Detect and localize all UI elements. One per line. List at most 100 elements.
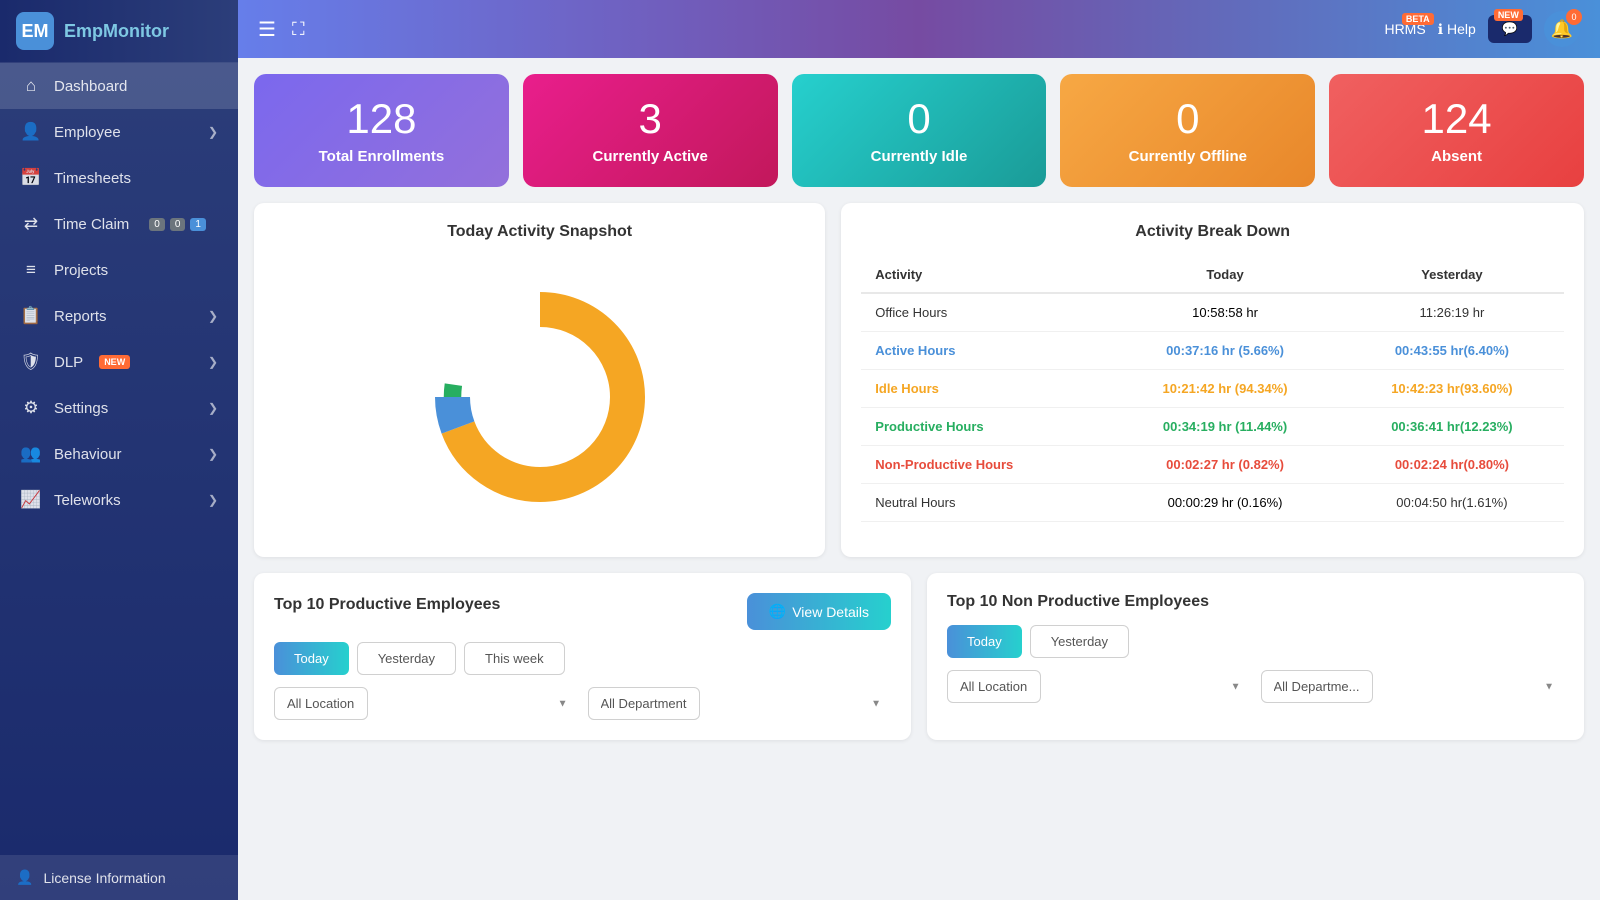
activity-name: Idle Hours — [861, 370, 1110, 408]
donut-chart — [274, 257, 805, 537]
activity-name: Productive Hours — [861, 408, 1110, 446]
department-dropdown[interactable]: All Department — [588, 687, 700, 720]
shield-icon: 🛡 — [20, 352, 42, 372]
np-location-dropdown[interactable]: All Location — [947, 670, 1041, 703]
behaviour-icon: 👥 — [20, 444, 42, 464]
tab-thisweek-productive[interactable]: This week — [464, 642, 565, 675]
sidebar-item-teleworks[interactable]: 📈 Teleworks ❯ — [0, 477, 238, 523]
sidebar-item-label: Teleworks — [54, 492, 121, 509]
sidebar-item-dashboard[interactable]: ⌂ Dashboard — [0, 63, 238, 109]
activity-table: Activity Today Yesterday Office Hours10:… — [861, 257, 1564, 522]
sidebar-item-reports[interactable]: 📋 Reports ❯ — [0, 293, 238, 339]
home-icon: ⌂ — [20, 76, 42, 96]
sidebar-item-label: Employee — [54, 124, 121, 141]
sidebar-item-label: Reports — [54, 308, 107, 325]
stat-number: 0 — [1176, 96, 1199, 142]
expand-icon[interactable]: ⛶ — [292, 19, 305, 40]
activity-today: 00:37:16 hr (5.66%) — [1110, 332, 1340, 370]
activity-yesterday: 10:42:23 hr(93.60%) — [1340, 370, 1564, 408]
table-row: Non-Productive Hours00:02:27 hr (0.82%)0… — [861, 446, 1564, 484]
stat-label: Currently Active — [593, 148, 708, 165]
non-productive-title: Top 10 Non Productive Employees — [947, 593, 1564, 611]
sidebar-item-label: Time Claim — [54, 216, 129, 233]
stat-card-currently-active[interactable]: 3 Currently Active — [523, 74, 778, 187]
sidebar-item-employee[interactable]: 👤 Employee ❯ — [0, 109, 238, 155]
sidebar-item-timesheets[interactable]: 📅 Timesheets — [0, 155, 238, 201]
location-dropdown-wrapper: All Location — [274, 687, 578, 720]
menu-icon[interactable]: ☰ — [258, 17, 276, 42]
chevron-icon: ❯ — [208, 309, 218, 323]
view-details-button[interactable]: 🌐 View Details — [747, 593, 891, 630]
tab-today-productive[interactable]: Today — [274, 642, 349, 675]
tab-today-nonproductive[interactable]: Today — [947, 625, 1022, 658]
stat-card-absent[interactable]: 124 Absent — [1329, 74, 1584, 187]
non-productive-tabs: Today Yesterday — [947, 625, 1564, 658]
globe-icon: 🌐 — [769, 603, 786, 620]
activity-today: 00:34:19 hr (11.44%) — [1110, 408, 1340, 446]
productive-title: Top 10 Productive Employees — [274, 596, 500, 614]
chevron-icon: ❯ — [208, 401, 218, 415]
table-row: Active Hours00:37:16 hr (5.66%)00:43:55 … — [861, 332, 1564, 370]
sidebar-item-behaviour[interactable]: 👥 Behaviour ❯ — [0, 431, 238, 477]
top-productive-panel: Top 10 Productive Employees 🌐 View Detai… — [254, 573, 911, 740]
license-information[interactable]: 👤 License Information — [0, 855, 238, 900]
sidebar-item-time-claim[interactable]: ⇄ Time Claim 0 0 1 — [0, 201, 238, 247]
activity-snapshot-panel: Today Activity Snapshot — [254, 203, 825, 557]
stat-card-total-enrollments[interactable]: 128 Total Enrollments — [254, 74, 509, 187]
beta-badge: BETA — [1402, 13, 1434, 25]
mid-section: Today Activity Snapshot Activity Break D… — [254, 203, 1584, 557]
stat-number: 124 — [1422, 96, 1492, 142]
stat-card-currently-offline[interactable]: 0 Currently Offline — [1060, 74, 1315, 187]
tab-yesterday-nonproductive[interactable]: Yesterday — [1030, 625, 1129, 658]
view-details-label: View Details — [792, 604, 869, 620]
sidebar-item-label: Settings — [54, 400, 108, 417]
chevron-icon: ❯ — [208, 125, 218, 139]
logo-text: EmpMonitor — [64, 21, 169, 42]
chevron-icon: ❯ — [208, 355, 218, 369]
activity-name: Neutral Hours — [861, 484, 1110, 522]
info-icon: ℹ — [1438, 21, 1443, 38]
stat-cards-row: 128 Total Enrollments 3 Currently Active… — [254, 74, 1584, 187]
activity-today: 10:21:42 hr (94.34%) — [1110, 370, 1340, 408]
hrms-button[interactable]: BETA HRMS — [1384, 21, 1425, 37]
bottom-section: Top 10 Productive Employees 🌐 View Detai… — [254, 573, 1584, 740]
tab-yesterday-productive[interactable]: Yesterday — [357, 642, 456, 675]
col-activity: Activity — [861, 257, 1110, 293]
breakdown-title: Activity Break Down — [861, 223, 1564, 241]
activity-today: 10:58:58 hr — [1110, 293, 1340, 332]
chevron-icon: ❯ — [208, 493, 218, 507]
np-department-dropdown-wrapper: All Departme... — [1261, 670, 1565, 703]
sidebar-item-settings[interactable]: ⚙ Settings ❯ — [0, 385, 238, 431]
help-button[interactable]: ℹ Help — [1438, 21, 1476, 38]
calendar-icon: 📅 — [20, 168, 42, 188]
activity-yesterday: 00:02:24 hr(0.80%) — [1340, 446, 1564, 484]
sidebar-header: EM EmpMonitor — [0, 0, 238, 63]
productive-tabs: Today Yesterday This week — [274, 642, 891, 675]
sidebar-item-label: DLP — [54, 354, 83, 371]
stat-card-currently-idle[interactable]: 0 Currently Idle — [792, 74, 1047, 187]
badge-2: 1 — [190, 218, 206, 231]
table-row: Office Hours10:58:58 hr11:26:19 hr — [861, 293, 1564, 332]
sidebar-item-dlp[interactable]: 🛡 DLP NEW ❯ — [0, 339, 238, 385]
stat-number: 0 — [907, 96, 930, 142]
list-icon: ≡ — [20, 260, 42, 280]
new-button[interactable]: NEW 💬 — [1488, 15, 1532, 43]
activity-name: Non-Productive Hours — [861, 446, 1110, 484]
stat-number: 3 — [639, 96, 662, 142]
sidebar-item-projects[interactable]: ≡ Projects — [0, 247, 238, 293]
activity-name: Active Hours — [861, 332, 1110, 370]
activity-yesterday: 00:43:55 hr(6.40%) — [1340, 332, 1564, 370]
badge-0: 0 — [149, 218, 165, 231]
department-dropdown-wrapper: All Department — [588, 687, 892, 720]
badge-1: 0 — [170, 218, 186, 231]
productive-header: Top 10 Productive Employees 🌐 View Detai… — [274, 593, 891, 630]
donut-svg — [415, 272, 665, 522]
notification-button[interactable]: 🔔 0 — [1544, 11, 1580, 47]
chart-icon: 📈 — [20, 490, 42, 510]
logo-icon: EM — [16, 12, 54, 50]
license-icon: 👤 — [16, 869, 33, 886]
stat-label: Currently Offline — [1129, 148, 1247, 165]
location-dropdown[interactable]: All Location — [274, 687, 368, 720]
sidebar-item-label: Projects — [54, 262, 108, 279]
np-department-dropdown[interactable]: All Departme... — [1261, 670, 1373, 703]
